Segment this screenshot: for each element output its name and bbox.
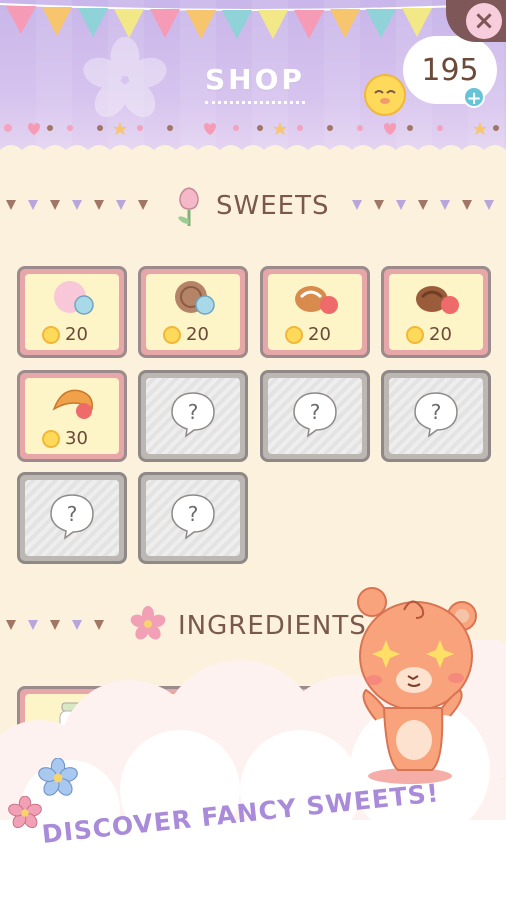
coin-icon: [42, 429, 60, 448]
coin-icon: [42, 325, 60, 344]
shop-header: SHOP 195 +: [0, 0, 506, 160]
svg-text:?: ?: [431, 400, 442, 424]
pink-flower-icon: [8, 796, 42, 829]
price-value: 20: [186, 324, 209, 345]
price-tag: 20: [406, 324, 452, 345]
sweet-item-cinnamon-roll[interactable]: 20: [260, 266, 370, 358]
price-tag: 20: [42, 324, 88, 345]
price-value: 30: [65, 428, 88, 449]
price-value: 20: [308, 324, 331, 345]
price-tag: 20: [163, 324, 209, 345]
svg-text:?: ?: [310, 400, 321, 424]
shop-title: SHOP: [205, 63, 305, 104]
locked-item[interactable]: ?: [138, 472, 248, 564]
question-bubble-icon: ?: [50, 494, 94, 540]
flower-watermark-icon: [83, 36, 167, 118]
price-tag: 30: [42, 428, 88, 449]
question-bubble-icon: ?: [171, 494, 215, 540]
cinnamon-roll-icon: [295, 286, 338, 314]
sweets-title: SWEETS: [216, 191, 330, 221]
coin-character-icon: [364, 74, 406, 116]
question-bubble-icon: ?: [414, 392, 458, 438]
left-pennant-row: [6, 620, 104, 630]
blue-flower-icon: [38, 758, 78, 796]
price-value: 20: [429, 324, 452, 345]
tulip-icon: [178, 187, 199, 226]
bear-mascot: [357, 587, 477, 784]
svg-text:?: ?: [188, 400, 199, 424]
coin-icon: [406, 325, 424, 344]
question-bubble-icon: ?: [171, 392, 215, 438]
scallop-edge: [0, 145, 506, 160]
chocolate-roll-icon: [416, 286, 459, 314]
price-value: 20: [65, 324, 88, 345]
close-icon[interactable]: ×: [466, 3, 502, 39]
right-pennant-row: [352, 200, 494, 210]
locked-item[interactable]: ?: [381, 370, 491, 462]
sweet-item-mochi[interactable]: 20: [17, 266, 127, 358]
sweet-item-chocolate-roll[interactable]: 20: [381, 266, 491, 358]
svg-text:?: ?: [188, 502, 199, 526]
add-coins-button[interactable]: +: [463, 86, 485, 109]
price-tag: 20: [285, 324, 331, 345]
sakura-icon: [130, 606, 166, 640]
coin-icon: [163, 325, 181, 344]
question-bubble-icon: ?: [293, 392, 337, 438]
sweet-item-croissant[interactable]: 30: [17, 370, 127, 462]
coin-icon: [285, 325, 303, 344]
sweets-section-heading: SWEETS: [0, 182, 506, 230]
left-pennant-row: [6, 200, 148, 210]
svg-text:?: ?: [67, 502, 78, 526]
mochi-icon: [54, 281, 94, 315]
locked-item[interactable]: ?: [138, 370, 248, 462]
croissant-icon: [52, 389, 93, 419]
locked-item[interactable]: ?: [17, 472, 127, 564]
locked-item[interactable]: ?: [260, 370, 370, 462]
sweet-item-chocolate-mochi[interactable]: 20: [138, 266, 248, 358]
decor-dots-row: [4, 122, 499, 135]
chocolate-mochi-icon: [175, 281, 215, 315]
